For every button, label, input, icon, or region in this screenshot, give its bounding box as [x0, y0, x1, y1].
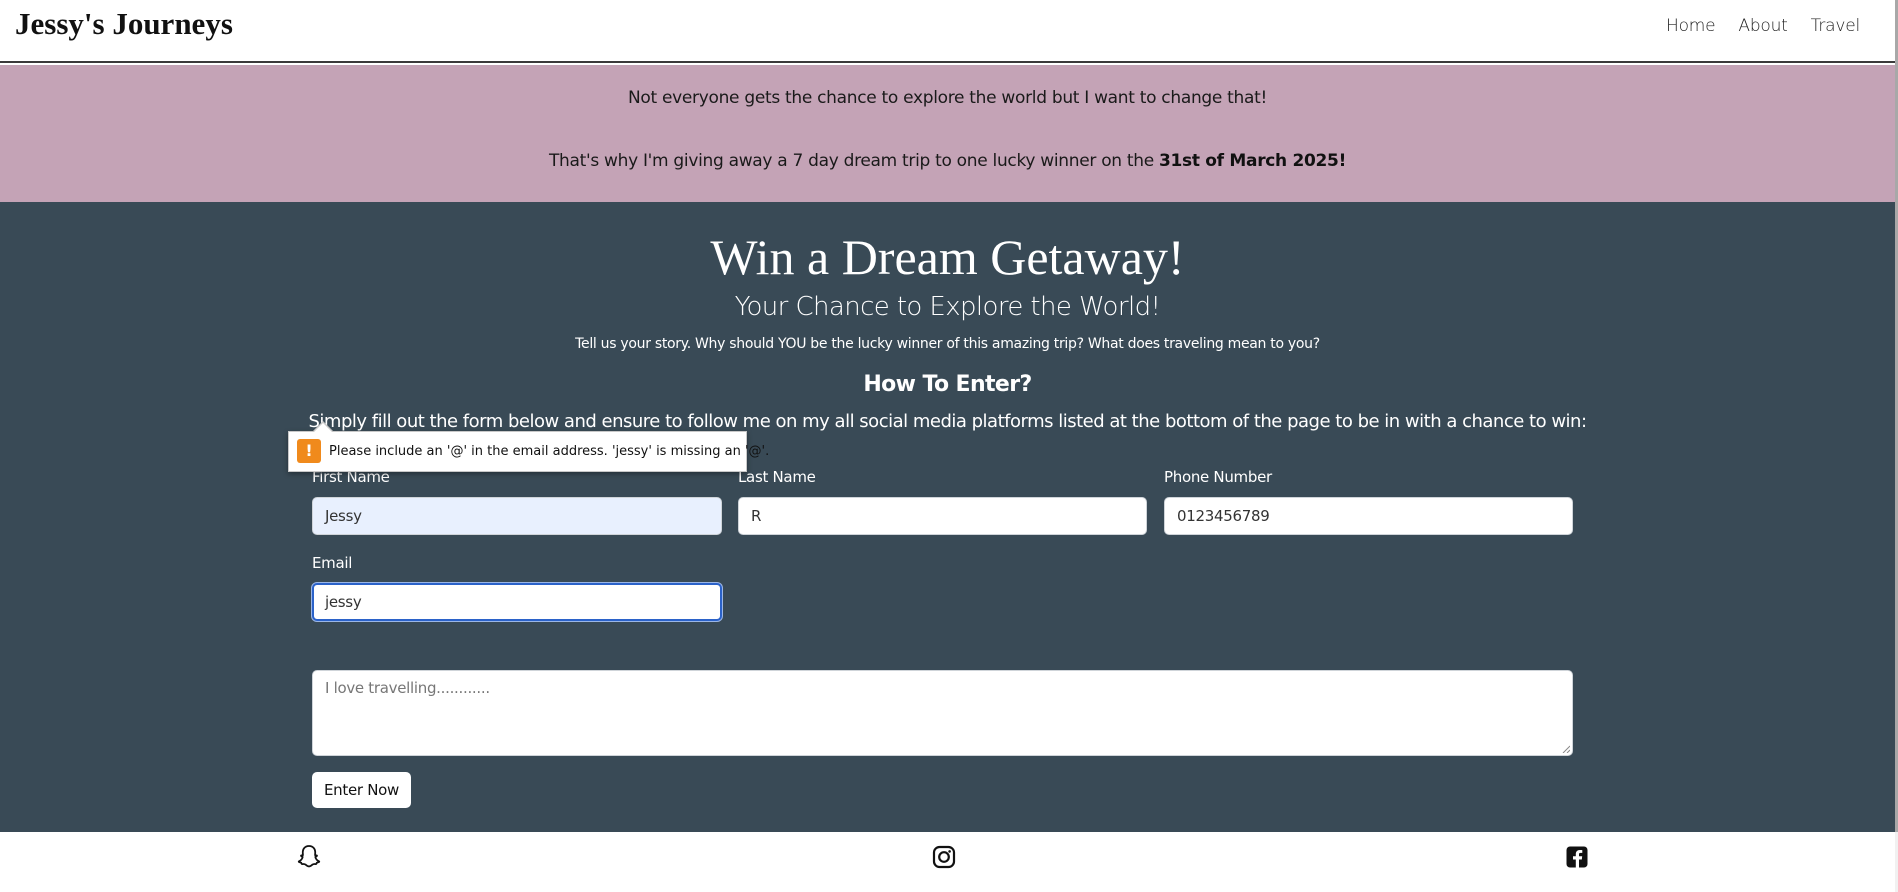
promo-line-2: That's why I'm giving away a 7 day dream… [0, 151, 1895, 171]
entry-instructions: Simply fill out the form below and ensur… [308, 411, 1587, 432]
message-textarea[interactable]: I love travelling............ [312, 670, 1573, 756]
first-name-input[interactable]: Jessy [312, 497, 722, 535]
last-name-input[interactable]: R [738, 497, 1147, 535]
promo-draw-date: 31st of March 2025! [1158, 151, 1347, 171]
promo-banner: Not everyone gets the chance to explore … [0, 65, 1895, 202]
brand-logo-link[interactable]: Jessy's Journeys [15, 6, 233, 42]
resize-grip-icon[interactable] [1562, 745, 1570, 753]
main-nav: Home About Travel [1643, 16, 1860, 36]
instagram-icon[interactable] [929, 842, 959, 872]
site-header: Jessy's Journeys Home About Travel [0, 0, 1895, 63]
competition-section: Win a Dream Getaway! Your Chance to Expl… [0, 202, 1895, 832]
nav-about-link[interactable]: About [1738, 16, 1787, 36]
facebook-icon[interactable] [1562, 842, 1592, 872]
message-text: I love travelling............ [325, 679, 490, 697]
last-name-label: Last Name [738, 468, 816, 486]
phone-number-label: Phone Number [1164, 468, 1272, 486]
warning-icon: ! [297, 439, 321, 463]
story-prompt: Tell us your story. Why should YOU be th… [575, 336, 1320, 352]
email-validation-tooltip: ! Please include an '@' in the email add… [288, 421, 769, 472]
site-footer [0, 832, 1895, 892]
phone-number-input[interactable]: 0123456789 [1164, 497, 1573, 535]
nav-travel-link[interactable]: Travel [1811, 16, 1861, 36]
email-label: Email [312, 554, 353, 572]
page-title: Win a Dream Getaway! [710, 229, 1185, 285]
snapchat-icon[interactable] [294, 842, 324, 872]
validation-message: Please include an '@' in the email addre… [329, 444, 770, 459]
browser-viewport: Jessy's Journeys Home About Travel Not e… [0, 0, 1898, 892]
enter-now-button[interactable]: Enter Now [312, 772, 411, 808]
promo-line-2-text: That's why I'm giving away a 7 day dream… [548, 151, 1159, 171]
page: Jessy's Journeys Home About Travel Not e… [0, 0, 1895, 892]
page-subtitle: Your Chance to Explore the World! [734, 292, 1161, 322]
tooltip-arrow [314, 423, 332, 432]
email-input[interactable]: jessy [312, 583, 722, 621]
how-to-enter-heading: How To Enter? [863, 372, 1032, 397]
nav-home-link[interactable]: Home [1666, 16, 1716, 36]
promo-line-1: Not everyone gets the chance to explore … [627, 88, 1268, 108]
